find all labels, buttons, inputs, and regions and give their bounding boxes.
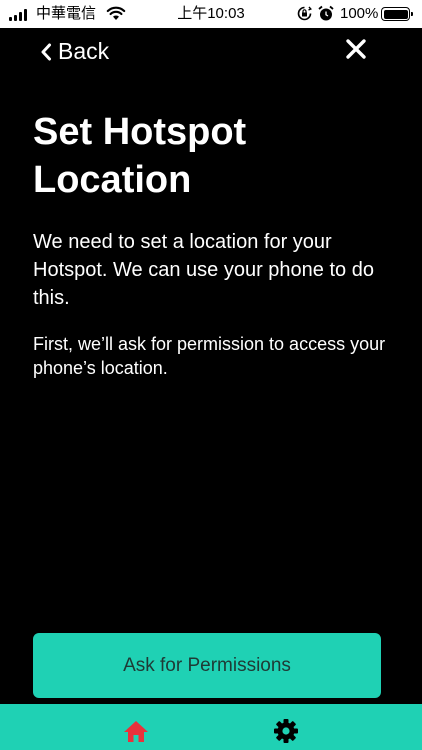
back-label: Back [58,38,110,64]
tab-bar [0,704,422,750]
battery-percentage: 100% [340,5,379,22]
battery-icon [381,7,413,21]
back-button[interactable]: Back [40,38,109,65]
status-bar: 中華電信 上午10:03 100% [0,0,422,28]
permission-note: First, we’ll ask for permission to acces… [33,334,386,378]
close-icon[interactable] [344,37,368,61]
screen: 中華電信 上午10:03 100% Back Set Hotspot Locat… [0,0,422,750]
home-icon[interactable] [122,718,150,744]
gear-icon[interactable] [273,718,299,744]
chevron-left-icon [41,43,51,60]
page-title: Set Hotspot Location [33,111,247,201]
alarm-icon [318,5,334,21]
ask-for-permissions-button[interactable]: Ask for Permissions [33,633,381,698]
rotation-lock-icon [297,6,312,21]
intro-text: We need to set a location for your Hotsp… [33,231,374,309]
